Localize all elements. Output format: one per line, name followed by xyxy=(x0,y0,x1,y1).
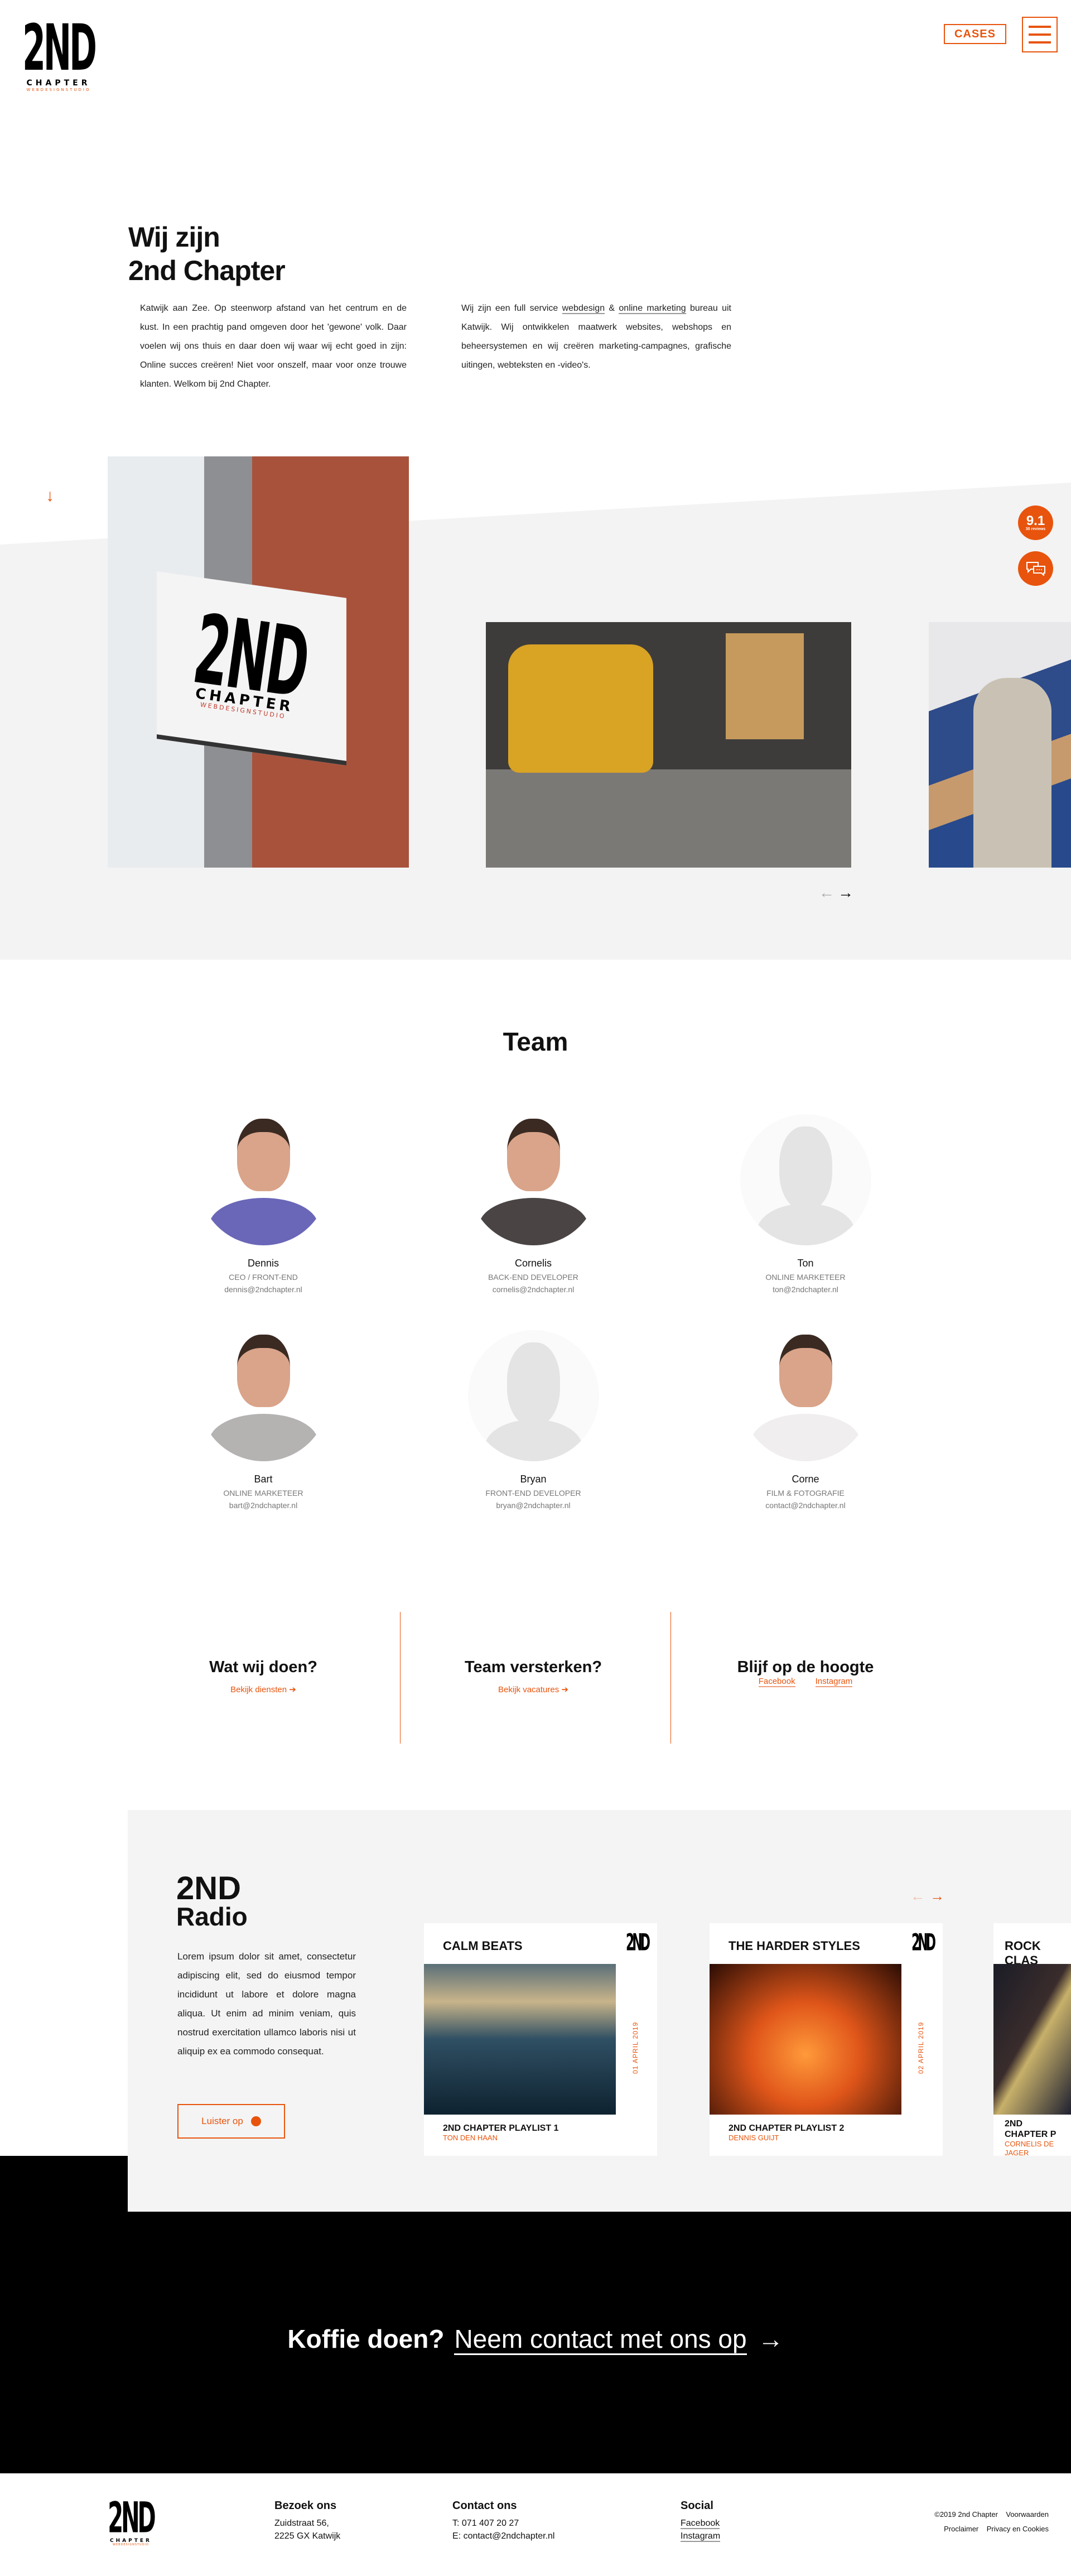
instagram-link[interactable]: Instagram xyxy=(815,1677,853,1687)
services-link[interactable]: Bekijk diensten ➔ xyxy=(230,1684,296,1694)
divider xyxy=(400,1612,401,1744)
footer-instagram-link[interactable]: Instagram xyxy=(681,2531,721,2542)
team-member: Bart Online marketeer bart@2ndchapter.nl xyxy=(163,1330,364,1510)
team-member: Corne Film & fotografie contact@2ndchapt… xyxy=(705,1330,906,1510)
hamburger-icon[interactable] xyxy=(1022,17,1058,52)
office-sign-photo: 2ND CHAPTER WEBDESIGNSTUDIO xyxy=(108,456,409,868)
team-title: Team xyxy=(503,1027,568,1056)
vacancies-link[interactable]: Bekijk vacatures ➔ xyxy=(498,1684,568,1694)
avatar xyxy=(163,1114,364,1245)
playlist-card[interactable]: CALM BEATS 2ND 01 APRIL 2019 2ND CHAPTER… xyxy=(424,1923,657,2156)
footer-facebook-link[interactable]: Facebook xyxy=(681,2519,720,2529)
email-link[interactable]: E: contact@2ndchapter.nl xyxy=(452,2530,554,2543)
playlist-cover-image xyxy=(710,1964,901,2115)
playlist-card[interactable]: ROCK CLAS 2ND CHAPTER P CORNELIS DE JAGE… xyxy=(993,1923,1071,2157)
yellow-chair-photo xyxy=(486,622,851,868)
radio-next-button[interactable]: → xyxy=(930,1888,944,1905)
gallery-next-button[interactable]: → xyxy=(838,884,853,902)
member-email-link[interactable]: bart@2ndchapter.nl xyxy=(163,1501,364,1510)
arrow-down-icon[interactable]: ↓ xyxy=(46,487,54,505)
spotify-icon xyxy=(250,2116,261,2126)
radio-prev-button[interactable]: ← xyxy=(910,1888,925,1905)
review-score-badge[interactable]: 9.1 30 reviews xyxy=(1018,505,1053,540)
intro-left-paragraph: Katwijk aan Zee. Op steenworp afstand va… xyxy=(140,304,407,389)
contact-cta: Koffie doen? Neem contact met ons op → xyxy=(0,2324,1071,2355)
playlist-cover-image xyxy=(424,1964,616,2115)
card-logo: 2ND xyxy=(626,1930,650,1957)
facebook-link[interactable]: Facebook xyxy=(758,1677,795,1687)
deer-head-photo xyxy=(929,622,1071,868)
member-email-link[interactable]: bryan@2ndchapter.nl xyxy=(433,1501,634,1510)
privacy-link[interactable]: Privacy en Cookies xyxy=(987,2525,1049,2533)
team-member: Bryan Front-end developer bryan@2ndchapt… xyxy=(433,1330,634,1510)
intro-right-paragraph: Wij zijn een full service webdesign & on… xyxy=(461,304,731,370)
proclaimer-link[interactable]: Proclaimer xyxy=(944,2525,978,2533)
footer-contact: Contact ons T: 071 407 20 27 E: contact@2… xyxy=(452,2500,554,2543)
radio-title: 2ND Radio xyxy=(176,1870,248,1931)
contact-link[interactable]: Neem contact met ons op xyxy=(454,2324,747,2355)
arrow-right-icon: → xyxy=(758,2324,784,2353)
team-member: Dennis CEO / Front-end dennis@2ndchapter… xyxy=(163,1114,364,1294)
playlist-card[interactable]: THE HARDER STYLES 2ND 02 APRIL 2019 2ND … xyxy=(710,1923,943,2156)
listen-button[interactable]: Luister op xyxy=(177,2104,285,2139)
radio-description: Lorem ipsum dolor sit amet, consectetur … xyxy=(177,1951,356,2057)
cases-button[interactable]: CASES xyxy=(944,24,1006,44)
avatar xyxy=(163,1330,364,1461)
footer-legal: ©2019 2nd Chapter Voorwaarden Proclaimer… xyxy=(934,2510,1049,2533)
chat-icon xyxy=(1026,562,1045,576)
playlist-cover-image xyxy=(993,1964,1071,2115)
online-marketing-link[interactable]: online marketing xyxy=(619,304,686,314)
cta-social: Blijf op de hoogte Facebook Instagram xyxy=(737,1658,874,1687)
member-email-link[interactable]: cornelis@2ndchapter.nl xyxy=(433,1285,634,1294)
divider xyxy=(670,1612,671,1744)
cta-services: Wat wij doen? Bekijk diensten ➔ xyxy=(209,1658,317,1694)
footer-logo[interactable]: 2ND CHAPTER WEBDESIGNSTUDIO xyxy=(104,2497,157,2546)
avatar xyxy=(705,1114,906,1245)
avatar xyxy=(705,1330,906,1461)
page-title: Wij zijn 2nd Chapter xyxy=(128,222,286,286)
chat-button[interactable] xyxy=(1018,551,1053,586)
footer-social: Social Facebook Instagram xyxy=(681,2500,721,2542)
member-email-link[interactable]: ton@2ndchapter.nl xyxy=(705,1285,906,1294)
card-logo: 2ND xyxy=(911,1930,936,1957)
terms-link[interactable]: Voorwaarden xyxy=(1006,2510,1049,2519)
team-member: Cornelis Back-end developer cornelis@2nd… xyxy=(433,1114,634,1294)
webdesign-link[interactable]: webdesign xyxy=(562,304,605,314)
avatar xyxy=(433,1114,634,1245)
logo[interactable]: 2ND CHAPTER WEBDESIGNSTUDIO xyxy=(22,17,97,92)
footer-visit: Bezoek ons Zuidstraat 56, 2225 GX Katwijk xyxy=(274,2500,341,2541)
gallery-prev-button[interactable]: ← xyxy=(819,884,834,902)
avatar xyxy=(433,1330,634,1461)
phone-link[interactable]: T: 071 407 20 27 xyxy=(452,2517,554,2530)
team-member: Ton Online marketeer ton@2ndchapter.nl xyxy=(705,1114,906,1294)
member-email-link[interactable]: dennis@2ndchapter.nl xyxy=(163,1285,364,1294)
member-email-link[interactable]: contact@2ndchapter.nl xyxy=(705,1501,906,1510)
cta-vacancies: Team versterken? Bekijk vacatures ➔ xyxy=(464,1658,602,1694)
